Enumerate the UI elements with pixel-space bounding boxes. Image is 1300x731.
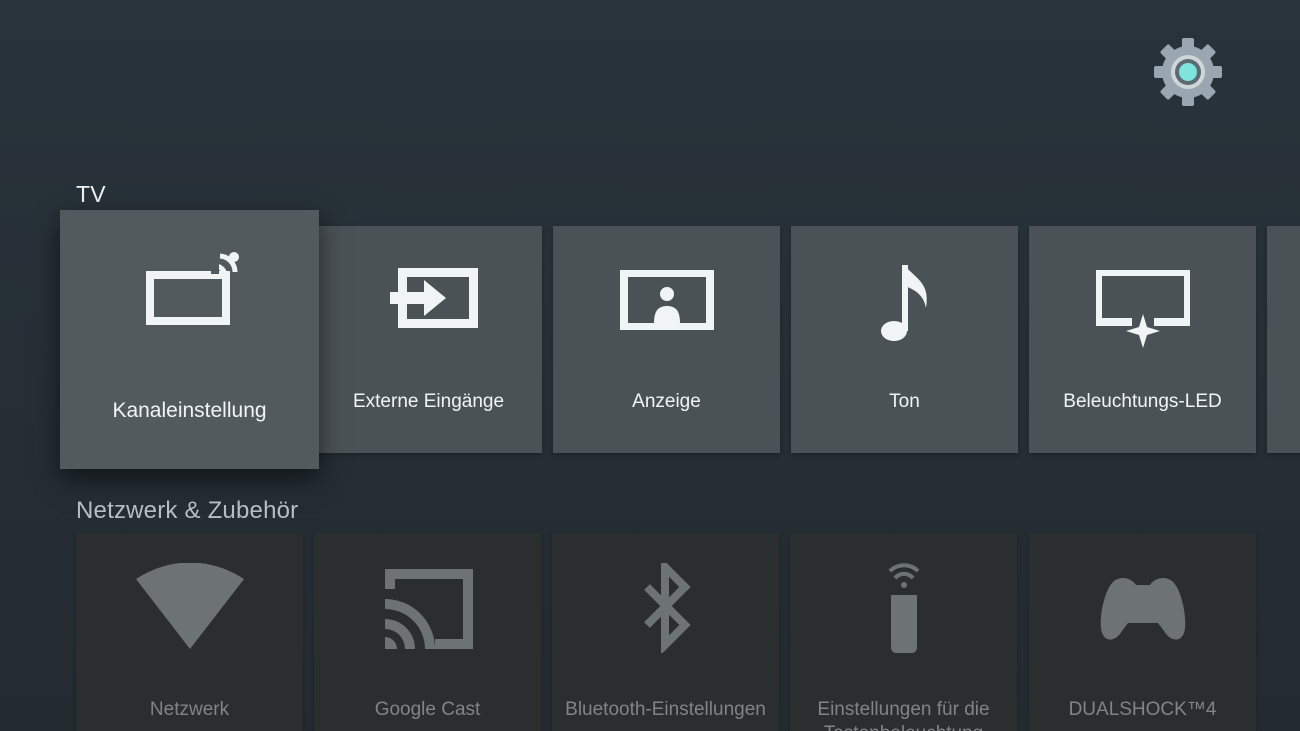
remote-icon [790, 563, 1017, 653]
card-bluetooth[interactable]: Bluetooth-Einstellungen [552, 533, 779, 731]
card-netzwerk[interactable]: Netzwerk [76, 533, 303, 731]
card-dualshock4[interactable]: DUALSHOCK™4 [1029, 533, 1256, 731]
card-label: DUALSHOCK™4 [1068, 699, 1217, 720]
card-next-partial[interactable] [1267, 226, 1300, 453]
card-label: Google Cast [374, 699, 481, 720]
input-icon [315, 264, 542, 336]
card-tastenbeleuchtung[interactable]: Einstellungen für die Tastenbeleuchtung [790, 533, 1017, 731]
card-label: Kanaleinstellung [112, 399, 267, 422]
bluetooth-icon [552, 563, 779, 653]
illumination-led-icon [1029, 264, 1256, 348]
card-beleuchtungs-led[interactable]: Beleuchtungs-LED [1029, 226, 1256, 453]
music-note-icon [791, 264, 1018, 341]
settings-screen: TV Kanaleinstellung Externe Eingänge Anz… [0, 0, 1300, 731]
picture-icon [553, 264, 780, 336]
card-anzeige[interactable]: Anzeige [553, 226, 780, 453]
card-label: Beleuchtungs-LED [1063, 391, 1222, 412]
card-label: Einstellungen für die Tastenbeleuchtung [817, 699, 990, 731]
wifi-icon [76, 563, 303, 653]
card-ton[interactable]: Ton [791, 226, 1018, 453]
card-google-cast[interactable]: Google Cast [314, 533, 541, 731]
settings-gear-icon[interactable] [1152, 36, 1224, 108]
card-label: Anzeige [632, 391, 701, 412]
gamepad-icon [1029, 563, 1256, 653]
card-label: Externe Eingänge [352, 391, 505, 412]
card-externe-eingaenge[interactable]: Externe Eingänge [315, 226, 542, 453]
card-label: Ton [889, 391, 920, 412]
cast-icon [314, 563, 541, 653]
section-title-network: Netzwerk & Zubehör [76, 497, 299, 524]
tv-broadcast-icon [60, 248, 319, 338]
card-label: Netzwerk [149, 699, 230, 720]
section-title-tv: TV [76, 181, 106, 207]
card-label: Bluetooth-Einstellungen [565, 699, 766, 720]
card-kanaleinstellung[interactable]: Kanaleinstellung [60, 210, 319, 469]
